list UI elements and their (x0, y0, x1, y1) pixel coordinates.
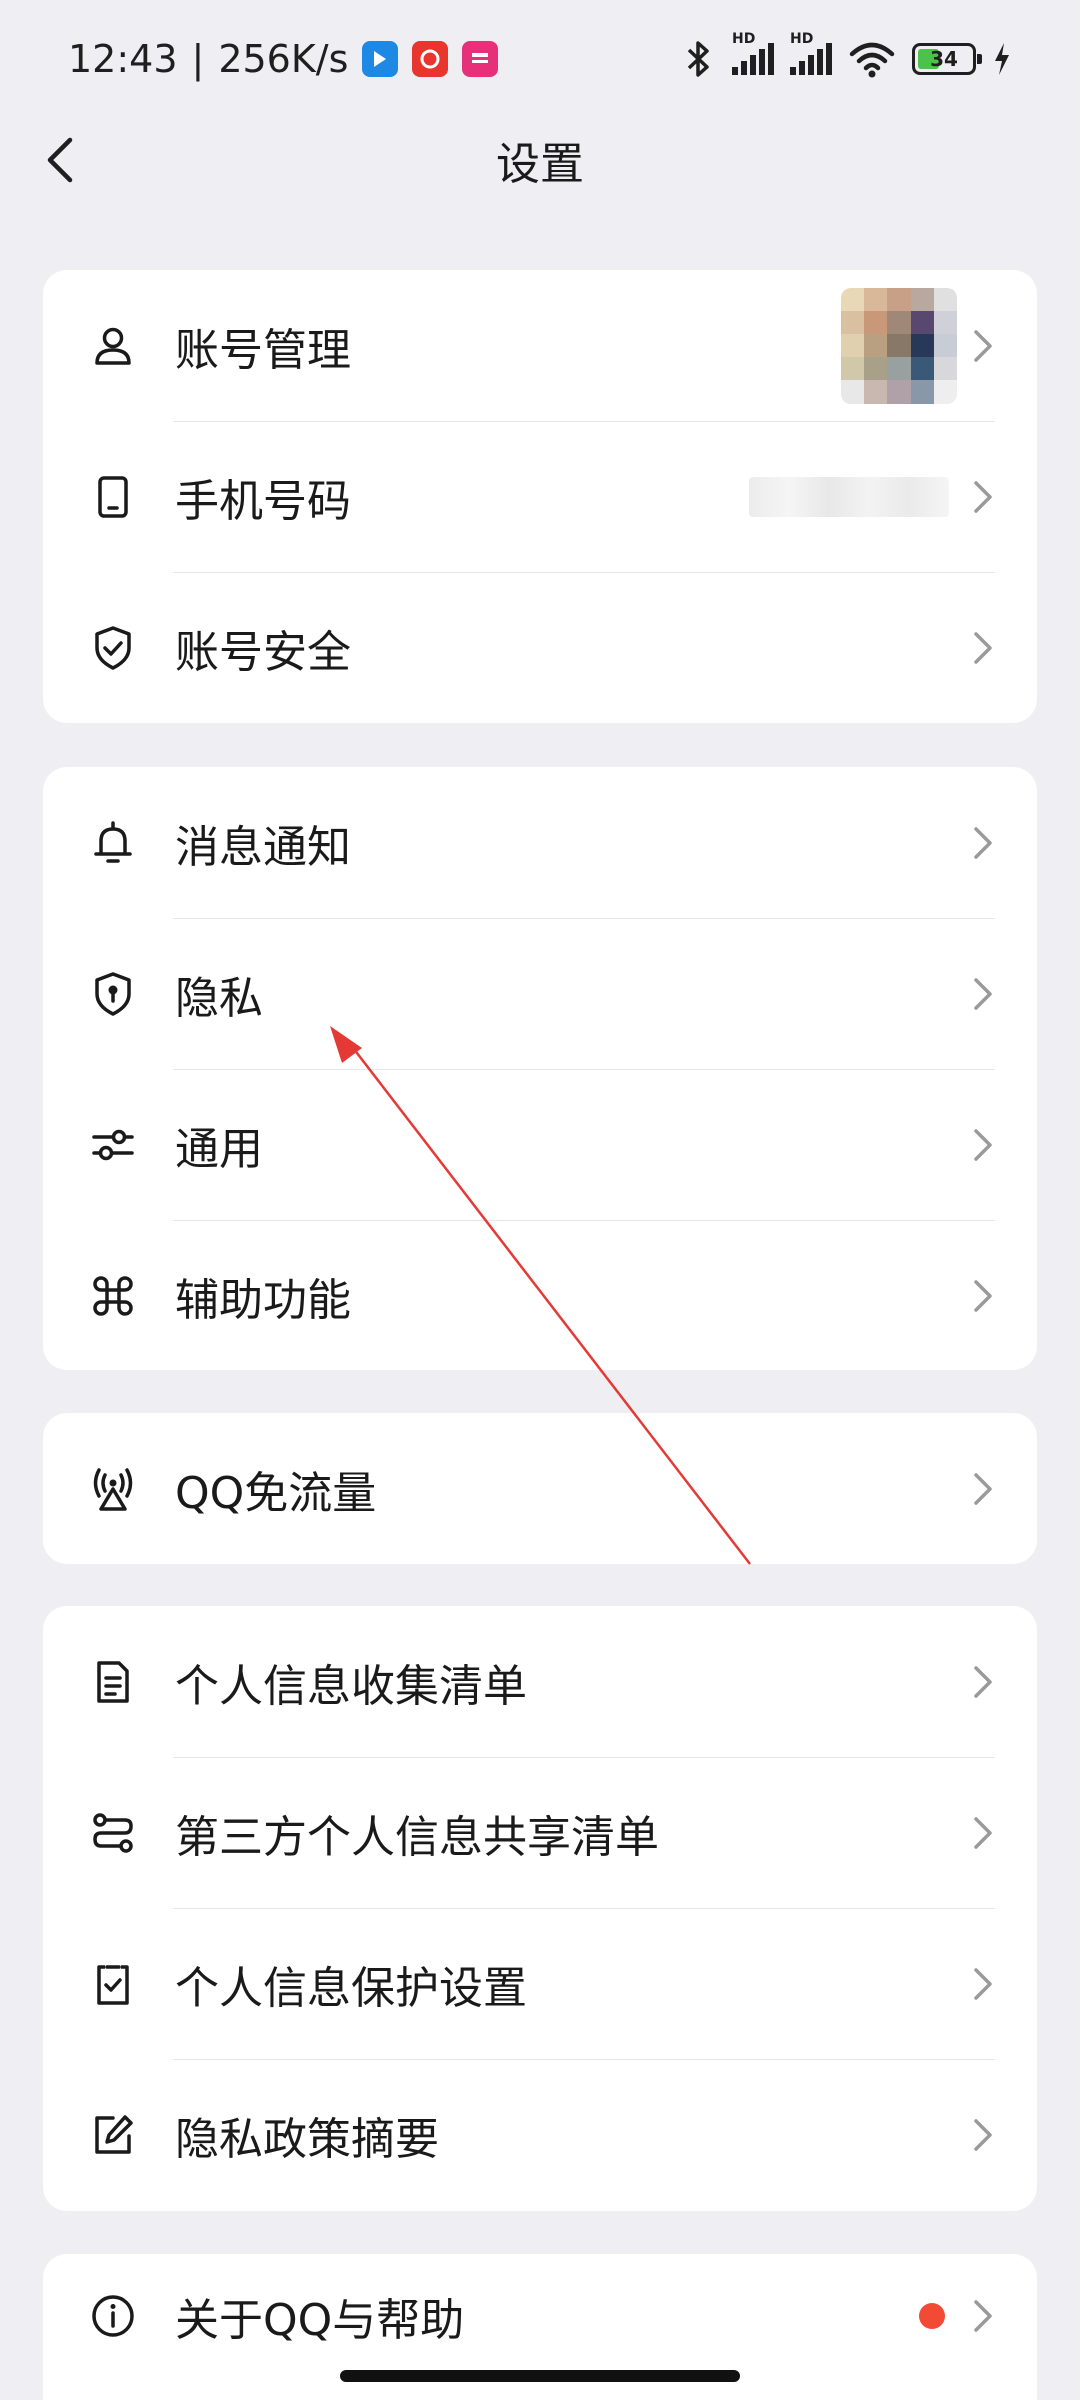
home-indicator[interactable] (340, 2370, 740, 2382)
chevron-right-icon (974, 1967, 992, 2000)
edit-icon (95, 2114, 133, 2154)
battery-level: 34 (930, 47, 958, 71)
shield-lock-icon (95, 971, 131, 1016)
phone-icon (98, 475, 128, 518)
command-icon (93, 1275, 133, 1316)
taobao-app-icon (412, 41, 449, 77)
personal-info-card: 个人信息收集清单 第三方个人信息共享清单 个人信息保护设置 隐私政策摘要 (43, 1606, 1037, 2211)
charging-icon (995, 43, 1009, 75)
row-info-collection-list[interactable]: 个人信息收集清单 (43, 1606, 1037, 1757)
wifi-icon (849, 42, 895, 78)
avatar (841, 287, 957, 404)
bell-icon (94, 820, 132, 863)
network-speed: 256K/s (218, 37, 349, 81)
row-notifications[interactable]: 消息通知 (43, 767, 1037, 918)
clipboard-check-icon (97, 1964, 129, 2005)
blue-app-icon (362, 41, 399, 77)
chevron-right-icon (974, 631, 992, 664)
row-label: 个人信息保护设置 (175, 1962, 527, 2014)
chevron-right-icon (974, 2118, 992, 2151)
notification-dot (919, 2303, 945, 2329)
chevron-right-icon (974, 1472, 992, 1505)
chevron-right-icon (974, 826, 992, 859)
vip-app-icon (462, 41, 499, 77)
person-icon (95, 327, 131, 365)
data-free-card: QQ免流量 (43, 1413, 1037, 1564)
status-right: HD HD 34 (682, 31, 1012, 78)
status-left: 12:43 | 256K/s (68, 37, 499, 81)
row-label: 个人信息收集清单 (175, 1660, 527, 1712)
clock: 12:43 (68, 37, 178, 81)
row-account-management[interactable]: 账号管理 (43, 270, 1037, 421)
row-label: QQ免流量 (175, 1467, 377, 1519)
chevron-right-icon (974, 1279, 992, 1312)
chevron-right-icon (974, 1816, 992, 1849)
back-button[interactable] (36, 134, 88, 186)
chevron-left-icon (47, 137, 73, 183)
row-phone-number[interactable]: 手机号码 (43, 421, 1037, 572)
phone-number-blurred (749, 476, 949, 517)
chevron-right-icon (974, 329, 992, 362)
row-about-qq-help[interactable]: 关于QQ与帮助 (43, 2254, 1037, 2378)
row-third-party-sharing-list[interactable]: 第三方个人信息共享清单 (43, 1757, 1037, 1908)
chevron-right-icon (974, 2300, 992, 2332)
info-icon (92, 2295, 134, 2337)
status-separator: | (191, 37, 205, 81)
page-title: 设置 (496, 139, 584, 190)
row-label: 隐私政策摘要 (175, 2113, 439, 2165)
row-label: 手机号码 (175, 475, 351, 527)
row-qq-data-free[interactable]: QQ免流量 (43, 1413, 1037, 1564)
signal-tower-icon (93, 1467, 133, 1511)
row-accessibility[interactable]: 辅助功能 (43, 1220, 1037, 1370)
share-list-icon (93, 1812, 133, 1853)
sliders-icon (92, 1129, 134, 1160)
chevron-right-icon (974, 977, 992, 1010)
nav-bar: 设置 (0, 118, 1080, 202)
row-label: 第三方个人信息共享清单 (175, 1811, 659, 1863)
battery-icon: 34 (912, 43, 982, 75)
account-card: 账号管理 手机号码 账号安全 (43, 270, 1037, 723)
document-icon (97, 1660, 129, 1703)
row-label: 辅助功能 (175, 1274, 351, 1326)
chevron-right-icon (974, 480, 992, 513)
chevron-right-icon (974, 1128, 992, 1161)
status-bar: 12:43 | 256K/s HD HD 34 (0, 0, 1080, 118)
bluetooth-icon (687, 41, 709, 77)
cell-signal-icon-2: HD (790, 31, 832, 75)
row-info-protection-settings[interactable]: 个人信息保护设置 (43, 1908, 1037, 2059)
shield-check-icon (95, 625, 131, 670)
row-privacy[interactable]: 隐私 (43, 918, 1037, 1069)
cell-signal-icon: HD (732, 31, 774, 75)
row-label: 账号管理 (175, 324, 351, 376)
row-privacy-policy-summary[interactable]: 隐私政策摘要 (43, 2059, 1037, 2210)
row-general[interactable]: 通用 (43, 1069, 1037, 1220)
row-label: 通用 (175, 1123, 263, 1175)
row-label: 隐私 (175, 972, 263, 1024)
row-account-security[interactable]: 账号安全 (43, 572, 1037, 723)
row-label: 账号安全 (175, 626, 351, 678)
row-label: 关于QQ与帮助 (175, 2295, 465, 2346)
general-card: 消息通知 隐私 通用 辅助功能 (43, 767, 1037, 1370)
chevron-right-icon (974, 1665, 992, 1698)
row-label: 消息通知 (175, 821, 351, 873)
